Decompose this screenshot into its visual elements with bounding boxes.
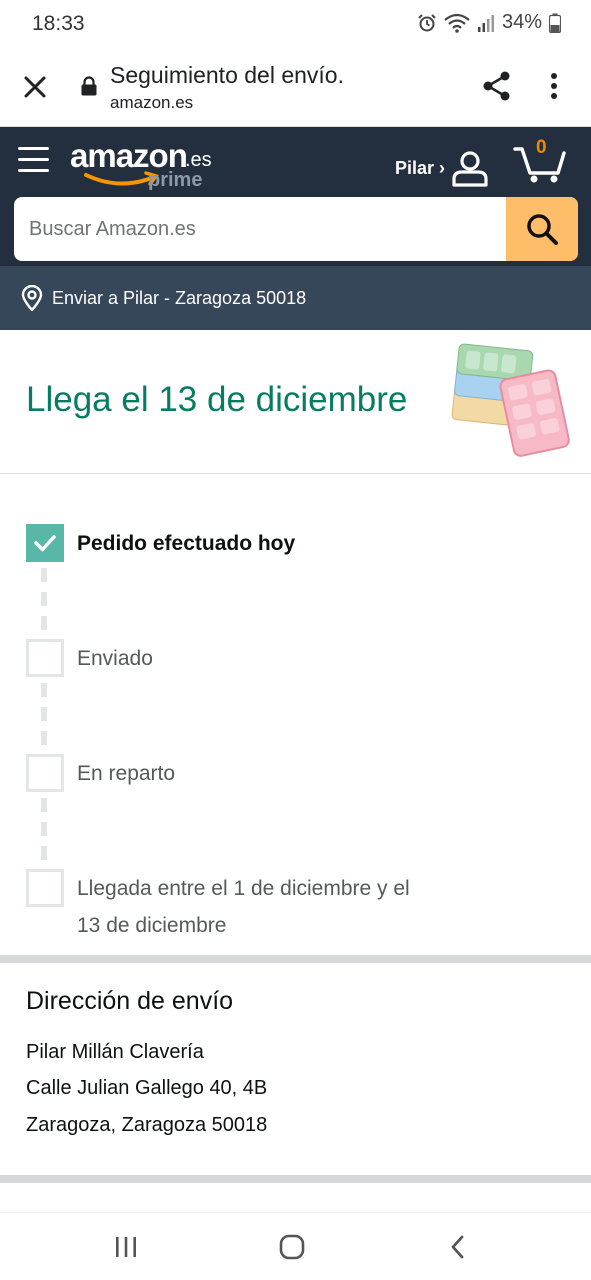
step-label-line2: 13 de diciembre: [77, 914, 227, 937]
step-connector: [41, 822, 47, 836]
deliver-to-text: Enviar a Pilar - Zaragoza 50018: [52, 287, 307, 308]
search-input[interactable]: [14, 197, 506, 261]
step-connector: [41, 592, 47, 606]
menu-icon[interactable]: [18, 145, 50, 175]
tracking-steps: Pedido efectuado hoy Enviado En reparto …: [0, 474, 591, 956]
step-connector: [41, 683, 47, 697]
amazon-header: amazon .es prime Pilar › 0 Buscar Amazon…: [0, 127, 591, 330]
account-label: Pilar ›: [395, 157, 446, 178]
battery-percent: 34%: [501, 11, 542, 33]
location-pin-icon: [21, 285, 43, 311]
logo-prime: prime: [148, 169, 203, 191]
step-connector: [41, 846, 47, 860]
search-bar: [14, 197, 578, 261]
step-label: Enviado: [77, 647, 153, 670]
step-connector: [41, 616, 47, 630]
back-button[interactable]: [438, 1231, 478, 1263]
cart-button[interactable]: 0: [512, 137, 570, 185]
cart-count: 0: [536, 137, 547, 158]
status-bar: 18:33 34%: [0, 0, 591, 48]
product-image[interactable]: [450, 340, 570, 460]
share-icon[interactable]: [481, 70, 513, 102]
step-label: Pedido efectuado hoy: [77, 532, 296, 555]
step-label: En reparto: [77, 762, 176, 785]
step-checkbox: [26, 869, 64, 907]
status-time: 18:33: [32, 12, 85, 35]
page-url[interactable]: amazon.es: [110, 93, 193, 113]
alarm-icon: [418, 13, 436, 31]
signal-icon: [477, 14, 494, 32]
step-checkbox: [26, 639, 64, 677]
user-icon: [452, 151, 488, 187]
battery-icon: [549, 13, 561, 33]
back-icon: [451, 1235, 464, 1259]
step-label-line1: Llegada entre el 1 de diciembre y el: [77, 877, 410, 900]
address-street: Calle Julian Gallego 40, 4B: [26, 1077, 268, 1099]
more-vert-icon[interactable]: [539, 70, 569, 102]
home-button[interactable]: [272, 1231, 312, 1263]
step-checkbox: [26, 524, 64, 562]
step-connector: [41, 798, 47, 812]
section-divider: [0, 1175, 591, 1183]
step-connector: [41, 707, 47, 721]
status-icons: 34%: [417, 11, 561, 34]
search-icon: [527, 214, 558, 245]
deliver-to-bar[interactable]: Enviar a Pilar - Zaragoza 50018: [0, 266, 591, 330]
arrival-title: Llega el 13 de diciembre: [26, 380, 408, 419]
check-icon: [34, 535, 56, 552]
arrival-section: Llega el 13 de diciembre: [0, 330, 591, 474]
recent-apps-button[interactable]: [106, 1231, 146, 1263]
close-icon[interactable]: [20, 72, 50, 102]
system-nav-bar: [0, 1212, 591, 1280]
page-title: Seguimiento del envío.: [110, 62, 344, 88]
step-connector: [41, 731, 47, 745]
step-connector: [41, 568, 47, 582]
recent-apps-icon: [116, 1237, 136, 1257]
lock-icon: [81, 76, 97, 96]
section-divider: [0, 955, 591, 963]
browser-toolbar: Seguimiento del envío. amazon.es: [0, 48, 591, 127]
address-name: Pilar Millán Clavería: [26, 1041, 204, 1063]
address-title: Dirección de envío: [26, 987, 234, 1015]
wifi-icon: [444, 13, 470, 33]
shipping-address: Dirección de envío Pilar Millán Clavería…: [0, 963, 591, 1175]
address-city: Zaragoza, Zaragoza 50018: [26, 1114, 268, 1136]
amazon-logo[interactable]: amazon .es prime: [70, 137, 220, 197]
account-link[interactable]: Pilar ›: [395, 149, 489, 187]
search-button[interactable]: [506, 197, 578, 261]
home-icon: [279, 1234, 305, 1260]
step-checkbox: [26, 754, 64, 792]
